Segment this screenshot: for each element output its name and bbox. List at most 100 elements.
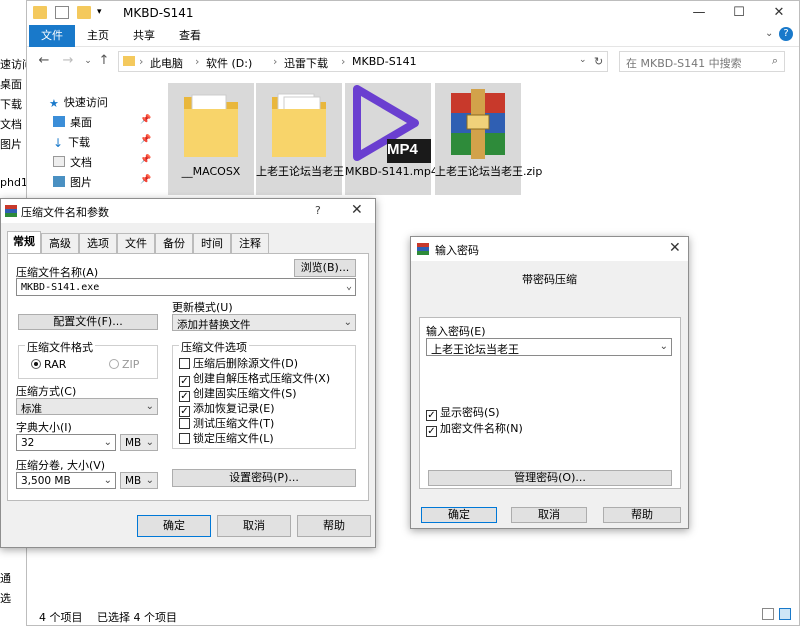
selection-count: 已选择 4 个项目 — [97, 611, 177, 624]
tab-comment[interactable]: 注释 — [231, 233, 269, 253]
chevron-right-icon[interactable]: › — [273, 55, 277, 68]
winrar-icon — [5, 205, 17, 217]
help-button[interactable]: 帮助 — [603, 507, 681, 523]
help-icon[interactable]: ? — [779, 27, 793, 41]
tab-view[interactable]: 查看 — [167, 25, 213, 47]
method-select[interactable]: 标准 ⌄ — [16, 398, 158, 415]
tab-options[interactable]: 选项 — [79, 233, 117, 253]
behind-item: 桌面 — [0, 78, 22, 91]
tab-time[interactable]: 时间 — [193, 233, 231, 253]
winrar-icon — [417, 243, 429, 255]
help-button[interactable]: 帮助 — [297, 515, 371, 537]
tab-files[interactable]: 文件 — [117, 233, 155, 253]
up-arrow-icon[interactable]: ↑ — [95, 52, 113, 70]
refresh-icon[interactable]: ↻ — [594, 55, 603, 68]
update-mode-select[interactable]: 添加并替换文件 ⌄ — [172, 314, 356, 331]
file-item[interactable]: 上老王论坛当老王 — [256, 83, 344, 195]
new-folder-icon[interactable] — [77, 6, 91, 19]
tab-file[interactable]: 文件 — [29, 25, 75, 47]
chevron-down-icon[interactable]: ⌄ — [660, 341, 668, 352]
chevron-down-icon[interactable]: ⌄ — [579, 55, 587, 65]
back-arrow-icon[interactable]: ← — [35, 52, 53, 70]
minimize-icon[interactable]: — — [679, 1, 719, 25]
sidebar-item-quick-access[interactable]: ★ 快速访问 — [49, 94, 108, 110]
tab-home[interactable]: 主页 — [75, 25, 121, 47]
tab-general[interactable]: 常规 — [7, 231, 41, 253]
chevron-right-icon[interactable]: › — [139, 55, 143, 68]
password-panel: 输入密码(E) 上老王论坛当老王 ⌄ ✓ 显示密码(S) ✓ 加密文件名称(N) 管… — [419, 317, 681, 489]
address-bar[interactable]: › 此电脑 › 软件 (D:) › 迅雷下载 › MKBD-S141 ⌄ ↻ — [118, 51, 608, 72]
details-view-icon[interactable] — [762, 608, 774, 620]
pin-icon[interactable]: 📌 — [140, 155, 151, 165]
ok-button[interactable]: 确定 — [137, 515, 211, 537]
item-count: 4 个项目 — [39, 611, 83, 624]
chevron-down-icon[interactable]: ⌄ — [765, 28, 773, 39]
file-item[interactable]: 上老王论坛当老王.zip — [435, 83, 542, 195]
folder-icon — [33, 6, 47, 19]
pin-icon[interactable]: 📌 — [140, 175, 151, 185]
archive-name-input[interactable]: MKBD-S141.exe ⌄ — [16, 278, 356, 296]
cancel-button[interactable]: 取消 — [217, 515, 291, 537]
close-icon[interactable]: ✕ — [351, 202, 363, 218]
tab-backup[interactable]: 备份 — [155, 233, 193, 253]
lock-archive-checkbox[interactable]: 锁定压缩文件(L) — [179, 430, 274, 446]
address-row: ← → ⌄ ↑ › 此电脑 › 软件 (D:) › 迅雷下载 › MKBD-S1… — [27, 48, 799, 74]
cancel-button[interactable]: 取消 — [511, 507, 587, 523]
chevron-down-icon: ⌄ — [343, 317, 352, 328]
profiles-button[interactable]: 配置文件(F)... — [18, 314, 158, 330]
dialog-title-bar: 压缩文件名和参数 ? ✕ — [1, 199, 375, 223]
breadcrumb-this-pc[interactable]: 此电脑 — [150, 55, 183, 71]
sidebar-item-desktop[interactable]: 桌面 — [53, 114, 92, 130]
chevron-down-icon[interactable]: ▾ — [97, 7, 111, 20]
folder-icon — [272, 93, 326, 157]
delete-files-checkbox[interactable]: 压缩后删除源文件(D) — [179, 355, 298, 371]
tab-advanced[interactable]: 高级 — [41, 233, 79, 253]
close-icon[interactable]: ✕ — [759, 1, 799, 25]
maximize-icon[interactable]: ☐ — [719, 1, 759, 25]
large-icons-view-icon[interactable] — [779, 608, 791, 620]
format-rar-radio[interactable]: RAR — [31, 358, 66, 371]
properties-icon[interactable] — [55, 6, 69, 19]
sidebar-item-downloads[interactable]: ↓ 下载 — [53, 134, 90, 150]
encrypt-names-checkbox[interactable]: ✓ 加密文件名称(N) — [426, 420, 523, 437]
dict-size-select[interactable]: 32 ⌄ — [16, 434, 116, 451]
search-input[interactable]: 在 MKBD-S141 中搜索 ⌕ — [619, 51, 785, 72]
chevron-down-icon: ⌄ — [145, 475, 154, 486]
dict-unit-select[interactable]: MB ⌄ — [120, 434, 158, 451]
chevron-right-icon[interactable]: › — [195, 55, 199, 68]
forward-arrow-icon[interactable]: → — [59, 52, 77, 70]
breadcrumb-current[interactable]: MKBD-S141 — [352, 55, 417, 68]
file-item[interactable]: MP4 MKBD-S141.mp4 — [345, 83, 438, 195]
password-input[interactable]: 上老王论坛当老王 ⌄ — [426, 338, 672, 356]
document-icon — [53, 156, 65, 167]
browse-button[interactable]: 浏览(B)... — [294, 259, 356, 277]
checkmark-icon: ✓ — [426, 426, 437, 437]
file-item[interactable]: __MACOSX — [168, 83, 254, 195]
split-unit-select[interactable]: MB ⌄ — [120, 472, 158, 489]
method-label: 压缩方式(C) — [16, 385, 77, 398]
close-icon[interactable]: ✕ — [669, 240, 681, 256]
breadcrumb-downloads[interactable]: 迅雷下载 — [284, 55, 328, 71]
test-archive-checkbox[interactable]: 测试压缩文件(T) — [179, 415, 274, 431]
manage-passwords-button[interactable]: 管理密码(O)... — [428, 470, 672, 486]
help-icon[interactable]: ? — [315, 204, 321, 217]
star-icon: ★ — [49, 97, 59, 110]
checkbox-icon — [179, 418, 190, 429]
file-name: 上老王论坛当老王 — [256, 165, 344, 178]
pin-icon[interactable]: 📌 — [140, 135, 151, 145]
set-password-button[interactable]: 设置密码(P)... — [172, 469, 356, 487]
ok-button[interactable]: 确定 — [421, 507, 497, 523]
download-icon: ↓ — [53, 136, 64, 150]
archive-options-label: 压缩文件选项 — [179, 339, 249, 355]
chevron-right-icon[interactable]: › — [341, 55, 345, 68]
sidebar-item-pictures[interactable]: 图片 — [53, 174, 92, 190]
pin-icon[interactable]: 📌 — [140, 115, 151, 125]
tab-share[interactable]: 共享 — [121, 25, 167, 47]
breadcrumb-drive[interactable]: 软件 (D:) — [206, 55, 252, 71]
chevron-down-icon[interactable]: ⌄ — [346, 281, 352, 292]
sidebar-item-documents[interactable]: 文档 — [53, 154, 92, 170]
split-size-select[interactable]: 3,500 MB ⌄ — [16, 472, 116, 489]
format-zip-radio[interactable]: ZIP — [109, 358, 139, 371]
dialog-title: 压缩文件名和参数 — [21, 206, 109, 219]
show-password-checkbox[interactable]: ✓ 显示密码(S) — [426, 404, 500, 421]
